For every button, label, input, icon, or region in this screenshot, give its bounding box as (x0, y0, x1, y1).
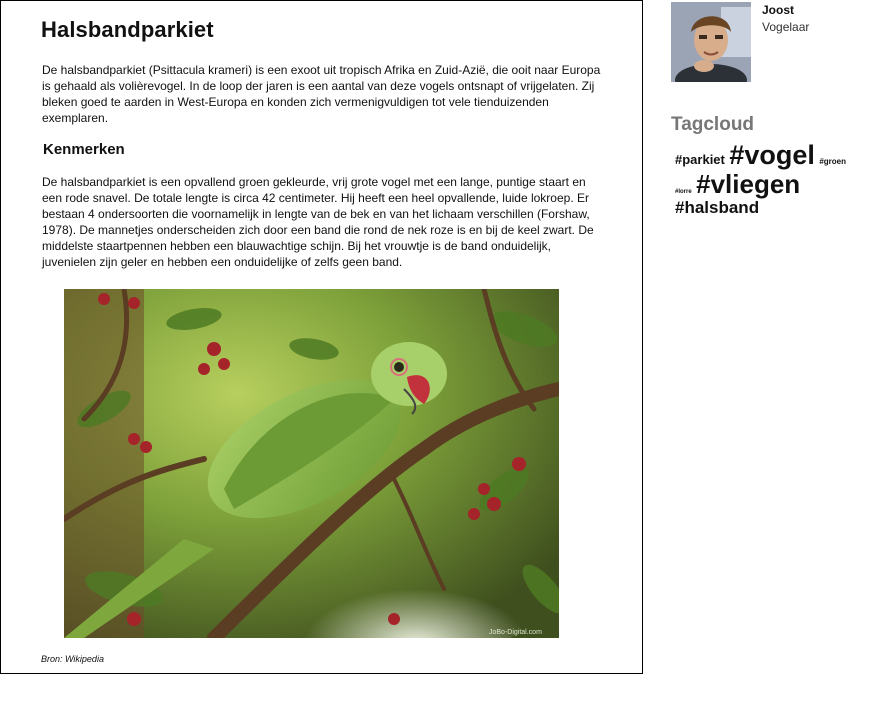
user-role: Vogelaar (762, 20, 810, 34)
avatar[interactable] (671, 2, 751, 82)
tag-vliegen[interactable]: #vliegen (696, 169, 800, 199)
parakeet-image: JoBo-Digital.com (64, 289, 559, 638)
section-heading: Kenmerken (43, 141, 125, 158)
tagcloud: #parkiet #vogel #groen #lorre #vliegen #… (675, 142, 880, 219)
user-avatar-icon (671, 2, 751, 82)
article-panel: Halsbandparkiet De halsbandparkiet (Psit… (0, 0, 643, 674)
tag-parkiet[interactable]: #parkiet (675, 152, 725, 167)
photo-watermark: JoBo-Digital.com (489, 629, 542, 636)
source-caption: Bron: Wikipedia (41, 654, 104, 664)
intro-paragraph: De halsbandparkiet (Psittacula krameri) … (42, 63, 601, 125)
tag-groen[interactable]: #groen (819, 157, 846, 166)
user-name[interactable]: Joost (762, 3, 794, 17)
characteristics-paragraph: De halsbandparkiet is een opvallend groe… (42, 175, 594, 269)
parakeet-photo: JoBo-Digital.com (64, 289, 559, 638)
tagcloud-heading: Tagcloud (671, 114, 755, 135)
article-title: Halsbandparkiet (41, 17, 214, 42)
tag-halsband[interactable]: #halsband (675, 198, 759, 217)
user-profile: Joost Vogelaar (671, 2, 881, 84)
tag-vogel[interactable]: #vogel (729, 140, 815, 170)
tag-lorre[interactable]: #lorre (675, 189, 692, 195)
